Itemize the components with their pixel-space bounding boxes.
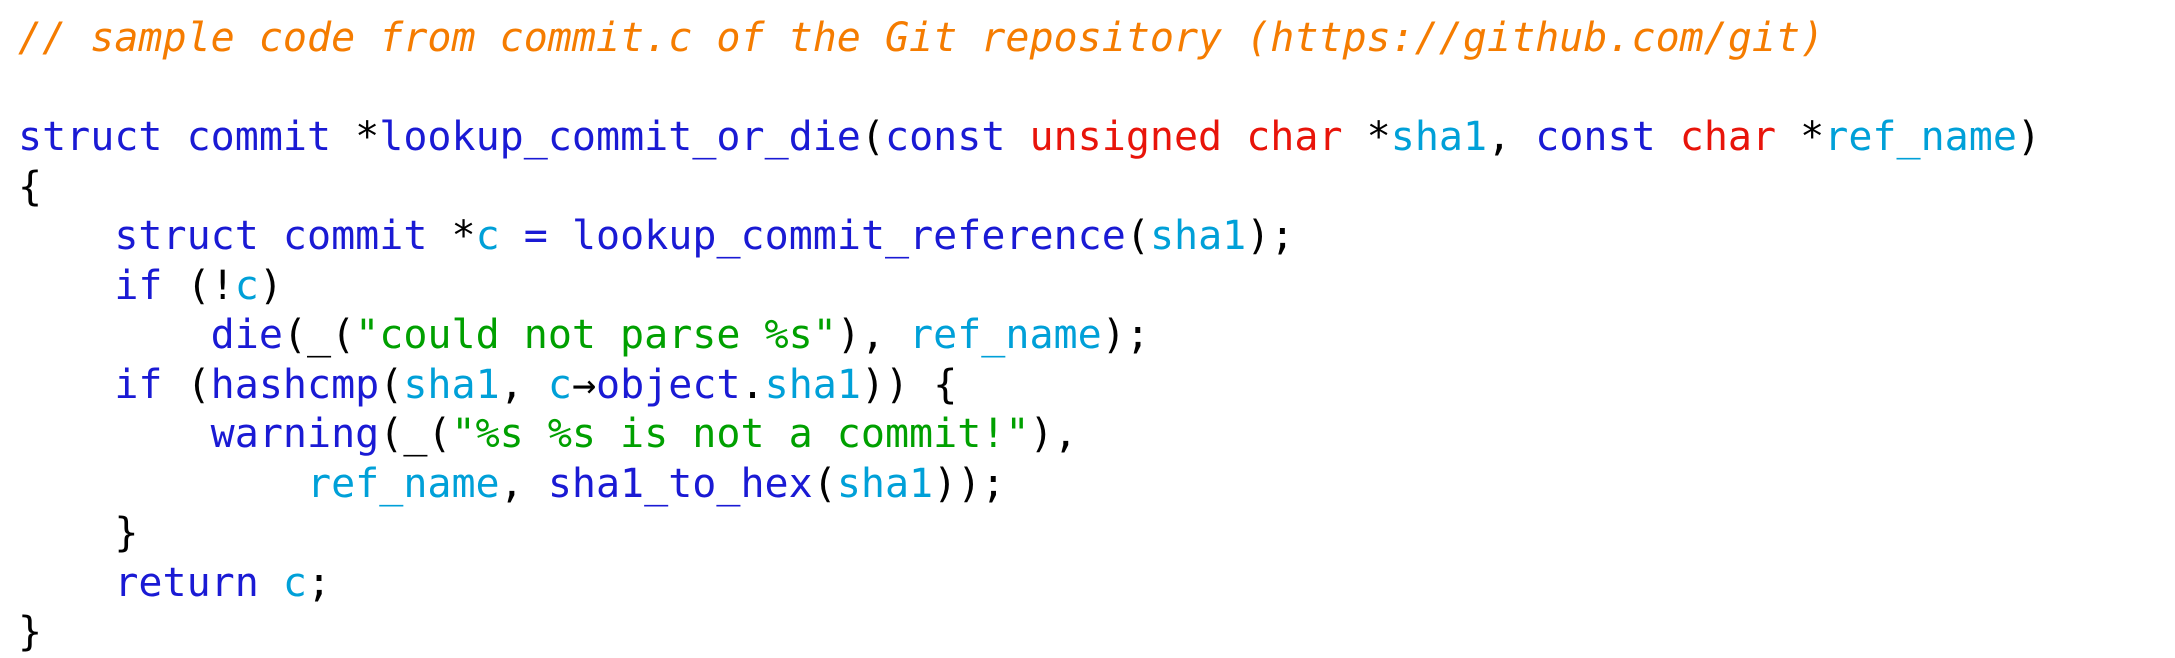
token-ident: ref_name (909, 312, 1102, 358)
token-string: "could not parse %s" (355, 312, 837, 358)
token-punct: , (499, 460, 548, 507)
token-ident: sha1 (1149, 213, 1247, 259)
line-5-declaration: struct commit *c = lookup_commit_referen… (18, 212, 2175, 262)
token-func: lookup_commit_or_die (379, 114, 861, 160)
token-ident: sha1 (836, 460, 934, 507)
token-ident: ref_name (1824, 114, 2017, 160)
token-keyword: object (596, 361, 741, 408)
line-10-warning-args: ref_name, sha1_to_hex(sha1)); (18, 460, 2175, 510)
token-punct: { (18, 163, 43, 210)
token-punct: )); (933, 460, 1006, 507)
token-ident: c (234, 262, 259, 309)
token-keyword: return (114, 559, 259, 606)
token-punct: ( (812, 460, 837, 507)
token-punct: ), (1029, 411, 1078, 457)
token-ident: c (282, 559, 308, 606)
token-ident: c (475, 213, 500, 259)
token-punct: } (18, 510, 139, 556)
token-punct: (_( (282, 312, 356, 358)
token-punct: * (1366, 114, 1391, 160)
token-punct: * (355, 114, 380, 160)
token-ident: c (547, 361, 572, 408)
token-string: "%s %s is not a commit!" (451, 411, 1030, 457)
token-keyword: struct commit (114, 213, 452, 259)
token-punct: ); (1246, 213, 1295, 259)
line-7-die-call: die(_("could not parse %s"), ref_name); (18, 311, 2175, 361)
token-keyword: const (1535, 114, 1680, 160)
token-func: sha1_to_hex (547, 460, 813, 507)
token-punct: ( (1125, 213, 1150, 259)
line-3-signature: struct commit *lookup_commit_or_die(cons… (18, 113, 2175, 163)
line-9-warning-call: warning(_("%s %s is not a commit!"), (18, 410, 2175, 460)
token-punct: (! (162, 262, 235, 309)
line-8-if-hashcmp: if (hashcmp(sha1, c→object.sha1)) { (18, 361, 2175, 411)
token-punct: (_( (379, 411, 452, 457)
line-1-comment: // sample code from commit.c of the Git … (18, 14, 2175, 64)
token-punct: ), (836, 312, 910, 358)
token-punct: , (499, 361, 548, 408)
token-punct: ( (162, 361, 211, 408)
token-ident: ref_name (306, 460, 500, 507)
token-keyword: if (114, 361, 163, 408)
token-keyword: struct commit (18, 114, 356, 160)
token-type: char (1679, 114, 1801, 160)
token-punct: )) { (860, 361, 958, 408)
token-punct: → (571, 361, 597, 408)
token-punct: ) (2016, 114, 2041, 160)
token-ident: sha1 (1390, 114, 1488, 160)
token-punct: ( (860, 114, 885, 160)
token-func: lookup_commit_reference (571, 213, 1126, 259)
token-keyword: = (523, 213, 548, 259)
token-punct: ); (1101, 312, 1150, 358)
token-func: die (210, 312, 283, 358)
token-punct: , (1487, 114, 1536, 160)
token-punct: * (1800, 114, 1825, 160)
line-4-open-brace: { (18, 163, 2175, 213)
line-6-if-not-c: if (!c) (18, 262, 2175, 312)
token-keyword: if (114, 262, 163, 309)
token-comment: // sample code from commit.c of the Git … (18, 15, 1825, 61)
line-2-blank (18, 64, 2175, 114)
token-func: warning (210, 411, 380, 457)
token-punct: ; (307, 559, 332, 606)
token-punct: ) (258, 262, 283, 309)
token-type: unsigned char (1029, 114, 1367, 160)
line-12-return: return c; (18, 559, 2175, 609)
line-11-close-if-brace: } (18, 509, 2175, 559)
token-ident: sha1 (764, 361, 861, 408)
token-punct: ( (379, 361, 404, 408)
token-func: hashcmp (210, 361, 380, 408)
line-13-close-brace: } (18, 608, 2175, 658)
code-listing: // sample code from commit.c of the Git … (0, 0, 2175, 658)
token-keyword: const (884, 114, 1030, 160)
token-punct: } (18, 609, 43, 655)
token-punct: . (740, 361, 765, 408)
token-ident: sha1 (403, 361, 500, 408)
token-punct: * (451, 213, 476, 259)
